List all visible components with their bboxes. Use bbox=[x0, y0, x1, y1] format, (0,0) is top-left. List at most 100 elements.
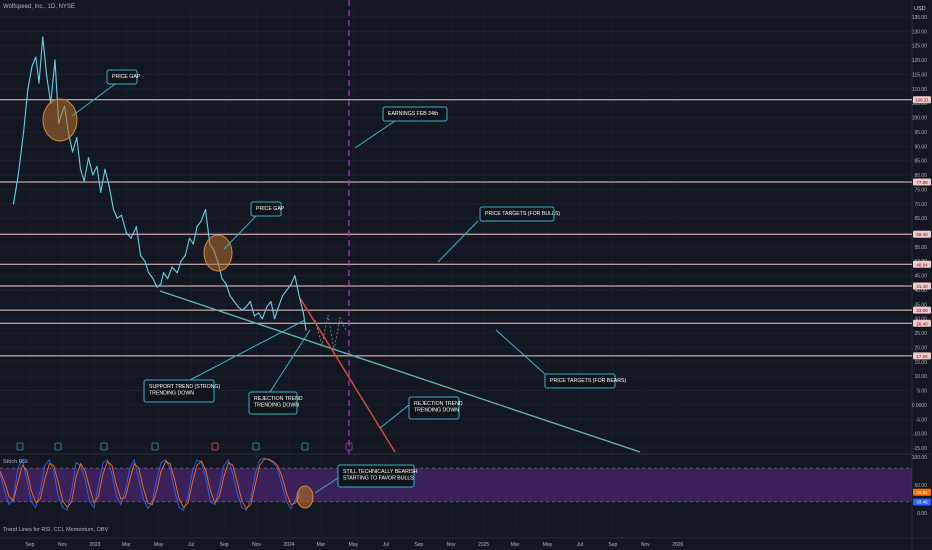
y-tick-label: 115.00 bbox=[912, 72, 927, 78]
y-tick-label: 25.00 bbox=[914, 331, 927, 337]
y-tick-label: 75.00 bbox=[914, 187, 927, 193]
x-tick-label: Sep bbox=[414, 542, 423, 548]
price-point bbox=[282, 295, 284, 297]
price-point bbox=[204, 208, 207, 211]
price-point bbox=[147, 272, 150, 274]
y-tick-label: 85.00 bbox=[914, 159, 927, 165]
event-marker bbox=[100, 442, 108, 451]
y-tick-label: 100.00 bbox=[912, 116, 928, 122]
price-gap-note-text: PRICE GAP bbox=[112, 74, 141, 80]
price-point bbox=[104, 168, 106, 170]
rsi-value-tag-label: 38.34 bbox=[916, 490, 928, 495]
earnings-note-pointer bbox=[354, 120, 396, 149]
price-point bbox=[79, 168, 82, 170]
y-tick-label: 110.00 bbox=[912, 87, 927, 93]
y-tick-label: 70.00 bbox=[914, 202, 927, 208]
price-point bbox=[298, 295, 300, 297]
bull-targets-note-pointer bbox=[437, 220, 479, 263]
price-point bbox=[140, 254, 142, 257]
event-marker bbox=[54, 442, 62, 451]
price-point bbox=[45, 73, 48, 76]
price-point bbox=[294, 275, 296, 277]
y-tick-label: 15.00 bbox=[914, 360, 927, 366]
x-tick-label: May bbox=[349, 542, 359, 548]
price-point bbox=[253, 315, 256, 317]
price-point bbox=[100, 191, 102, 193]
y-tick-label: 120.00 bbox=[912, 58, 928, 64]
x-tick-label: Jul bbox=[577, 542, 583, 548]
price-point bbox=[23, 131, 25, 133]
price-point bbox=[233, 300, 235, 303]
x-tick-label: Nov bbox=[641, 542, 650, 548]
price-point bbox=[277, 306, 279, 308]
price-point bbox=[162, 272, 165, 274]
x-tick-label: May bbox=[154, 542, 164, 548]
price-point bbox=[176, 272, 178, 274]
price-point bbox=[12, 203, 15, 205]
x-tick-label: 2026 bbox=[672, 542, 683, 548]
price-point bbox=[87, 157, 90, 159]
earnings-note-text: EARNINGS FEB 24th bbox=[388, 111, 438, 117]
x-tick-label: 2025 bbox=[478, 542, 489, 548]
price-level-tag-label: 28.40 bbox=[916, 321, 928, 326]
y-tick-label: -10.00 bbox=[913, 432, 927, 438]
price-point bbox=[31, 65, 33, 67]
price-level-tag-label: 48.94 bbox=[916, 262, 928, 267]
y-tick-label: 65.00 bbox=[914, 216, 927, 222]
rsi-band bbox=[0, 468, 912, 502]
indicator-note: Trend Lines for RSI, CCI, Momentum, OBV bbox=[3, 527, 109, 533]
price-point bbox=[27, 88, 29, 90]
rsi-tick-label: 100.00 bbox=[912, 455, 928, 461]
price-point bbox=[184, 254, 186, 257]
rsi-tick-label: 50.00 bbox=[914, 483, 927, 489]
event-marker bbox=[151, 442, 159, 451]
grid bbox=[0, 10, 910, 535]
y-tick-label: 80.00 bbox=[914, 173, 927, 179]
y-tick-label: 135.00 bbox=[912, 15, 928, 21]
price-level-tag-label: 41.40 bbox=[916, 284, 928, 289]
price-point bbox=[54, 59, 56, 61]
x-tick-label: Mar bbox=[511, 542, 520, 548]
rsi-highlight bbox=[296, 485, 314, 509]
price-gap-note-text: PRICE GAP bbox=[256, 206, 285, 212]
x-tick-label: Mar bbox=[317, 542, 326, 548]
price-point bbox=[71, 151, 74, 153]
currency-label: USD bbox=[914, 6, 926, 12]
bull-targets-note-text: PRICE TARGETS (FOR BULLS) bbox=[485, 211, 560, 217]
price-chart[interactable]: 135.00130.00125.00120.00115.00110.00105.… bbox=[0, 0, 932, 550]
rejection-trend-note-text: REJECTION TREND bbox=[414, 401, 463, 407]
price-point bbox=[135, 226, 137, 228]
price-level-tag-label: 77.58 bbox=[916, 180, 928, 185]
price-point bbox=[266, 306, 268, 308]
y-tick-label: 10.00 bbox=[914, 374, 927, 380]
price-point bbox=[120, 214, 123, 216]
x-tick-label: Sep bbox=[608, 542, 617, 548]
y-tick-label: -5.00 bbox=[916, 417, 928, 423]
x-tick-label: Sep bbox=[26, 542, 35, 548]
price-point bbox=[38, 82, 40, 84]
price-point bbox=[180, 260, 182, 262]
x-tick-label: Jul bbox=[188, 542, 194, 548]
rejection-trend-note-text: TRENDING DOWN bbox=[254, 403, 299, 409]
rejection-trend-note-pointer bbox=[379, 404, 410, 429]
x-tick-label: Mar bbox=[122, 542, 131, 548]
y-tick-label: 55.00 bbox=[914, 245, 927, 251]
price-point bbox=[112, 208, 115, 211]
price-point bbox=[237, 306, 240, 308]
x-tick-label: Sep bbox=[220, 542, 229, 548]
support-trend-note-text: TRENDING DOWN bbox=[149, 391, 194, 397]
price-point bbox=[229, 295, 231, 297]
rsi-value-tag-label: 33.46 bbox=[916, 500, 928, 505]
price-level-tag-label: 59.40 bbox=[916, 232, 928, 237]
event-marker bbox=[252, 442, 260, 451]
price-point bbox=[225, 283, 227, 285]
y-tick-label: 5.00 bbox=[917, 389, 927, 395]
rejection-trend-note-pointer bbox=[269, 329, 311, 393]
price-level-tag-label: 33.00 bbox=[916, 308, 928, 313]
bear-targets-note-text: PRICE TARGETS (FOR BEARS) bbox=[550, 378, 626, 384]
price-point bbox=[92, 174, 94, 176]
x-tick-label: Nov bbox=[58, 542, 67, 548]
stoch-rsi-label: Stoch RSI bbox=[3, 459, 28, 465]
price-point bbox=[196, 226, 198, 228]
price-point bbox=[188, 237, 191, 239]
